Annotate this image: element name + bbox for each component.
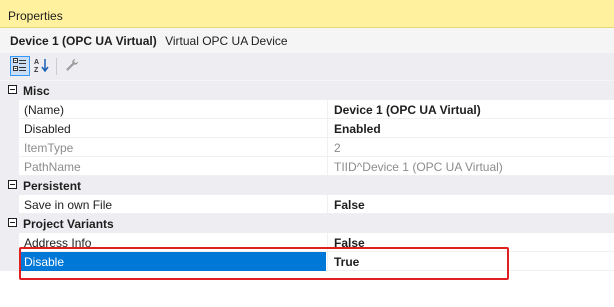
- property-name: Save in own File: [24, 198, 113, 212]
- property-name: PathName: [24, 160, 81, 174]
- property-name: Address Info: [24, 236, 92, 250]
- property-name: (Name): [24, 103, 65, 117]
- property-pages-wrench-icon: [65, 58, 79, 75]
- properties-toolbar: A Z: [0, 53, 614, 80]
- property-value[interactable]: False: [327, 233, 614, 252]
- collapse-icon[interactable]: [8, 218, 17, 227]
- property-row-name[interactable]: (Name) Device 1 (OPC UA Virtual): [0, 100, 614, 119]
- property-row-pathname[interactable]: PathName TIID^Device 1 (OPC UA Virtual): [0, 157, 614, 176]
- property-grid: Misc (Name) Device 1 (OPC UA Virtual) Di…: [0, 81, 614, 307]
- property-row-save-in-own-file[interactable]: Save in own File False: [0, 195, 614, 214]
- property-value: TIID^Device 1 (OPC UA Virtual): [327, 157, 614, 176]
- property-value[interactable]: Device 1 (OPC UA Virtual): [327, 100, 614, 119]
- alphabetical-sort-icon: A Z: [34, 57, 50, 76]
- collapse-icon[interactable]: [8, 85, 17, 94]
- property-row-itemtype[interactable]: ItemType 2: [0, 138, 614, 157]
- property-value[interactable]: False: [327, 195, 614, 214]
- svg-text:Z: Z: [34, 67, 39, 73]
- categorized-icon: [13, 57, 27, 75]
- category-project-variants[interactable]: Project Variants: [0, 214, 614, 233]
- category-label: Persistent: [23, 179, 82, 193]
- property-name: ItemType: [24, 141, 74, 155]
- category-label: Misc: [23, 84, 50, 98]
- property-name: Disabled: [24, 122, 71, 136]
- category-misc[interactable]: Misc: [0, 81, 614, 100]
- property-value: 2: [327, 138, 614, 157]
- property-value[interactable]: Enabled: [327, 119, 614, 138]
- property-row-disable[interactable]: Disable True: [0, 252, 614, 271]
- property-pages-button[interactable]: [62, 56, 82, 76]
- window-title: Properties: [8, 9, 63, 23]
- toolbar-separator: [56, 58, 57, 75]
- property-name: Disable: [19, 252, 326, 271]
- category-label: Project Variants: [23, 217, 114, 231]
- object-type: Virtual OPC UA Device: [165, 34, 288, 48]
- selected-object-bar[interactable]: Device 1 (OPC UA Virtual) Virtual OPC UA…: [0, 28, 614, 53]
- property-row-disabled[interactable]: Disabled Enabled: [0, 119, 614, 138]
- category-persistent[interactable]: Persistent: [0, 176, 614, 195]
- property-row-address-info[interactable]: Address Info False: [0, 233, 614, 252]
- collapse-icon[interactable]: [8, 180, 17, 189]
- alphabetical-button[interactable]: A Z: [32, 56, 52, 76]
- svg-text:A: A: [34, 59, 39, 66]
- categorized-button[interactable]: [10, 56, 30, 76]
- property-value[interactable]: True: [327, 252, 614, 271]
- object-name: Device 1 (OPC UA Virtual): [10, 34, 157, 48]
- properties-title-bar: Properties: [0, 0, 614, 28]
